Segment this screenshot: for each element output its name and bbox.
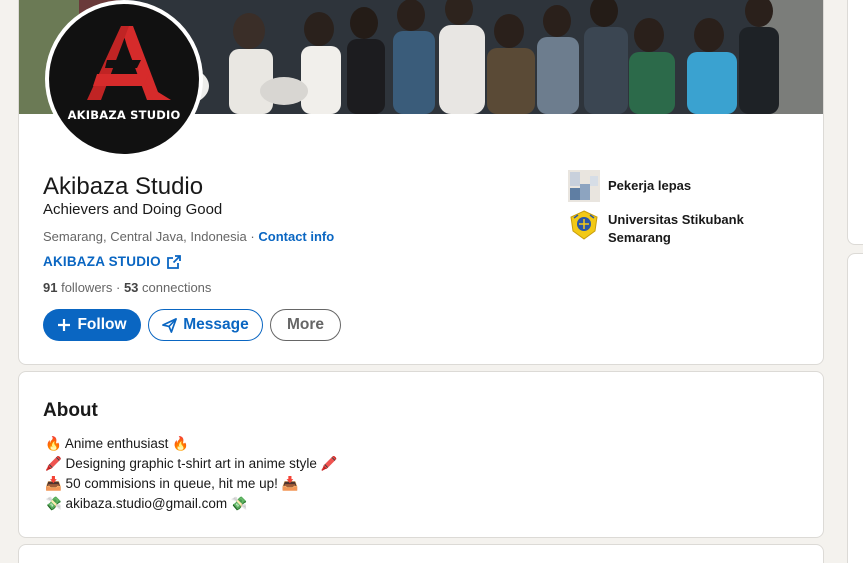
connections-count[interactable]: 53 (124, 280, 138, 295)
more-button[interactable]: More (270, 309, 341, 341)
location-line: Semarang, Central Java, Indonesia · Cont… (43, 229, 334, 244)
about-line: 🔥 Anime enthusiast 🔥 (45, 436, 189, 451)
follow-button[interactable]: Follow (43, 309, 141, 341)
about-line: 🖍️ Designing graphic t-shirt art in anim… (45, 456, 338, 471)
university-crest-icon (570, 210, 598, 240)
stats-dot: · (112, 280, 124, 295)
about-text: 🔥 Anime enthusiast 🔥 🖍️ Designing graphi… (45, 434, 337, 514)
follow-label: Follow (77, 316, 127, 333)
affiliation-company[interactable]: Pekerja lepas (568, 170, 691, 202)
next-section-card (18, 544, 824, 563)
network-stats: 91 followers · 53 connections (43, 280, 211, 295)
akibaza-logo: AKIBAZA STUDIO (49, 4, 199, 154)
message-button[interactable]: Message (148, 309, 263, 341)
about-line: 💸 akibaza.studio@gmail.com 💸 (45, 496, 248, 511)
send-icon (162, 317, 178, 333)
followers-count: 91 (43, 280, 58, 295)
side-panel-card-2 (847, 253, 863, 563)
about-line: 📥 50 commisions in queue, hit me up! 📥 (45, 476, 299, 491)
followers-label: followers (57, 280, 113, 295)
external-link-icon (166, 254, 181, 269)
contact-info-link[interactable]: Contact info (258, 229, 334, 244)
profile-headline: Achievers and Doing Good (43, 201, 223, 218)
message-label: Message (183, 316, 249, 333)
more-label: More (286, 316, 325, 333)
profile-card: AKIBAZA STUDIO Akibaza Studio Achievers … (18, 0, 824, 365)
about-heading: About (43, 400, 98, 421)
separator: · (246, 229, 259, 244)
profile-name: Akibaza Studio (43, 173, 204, 200)
avatar-caption: AKIBAZA STUDIO (67, 108, 181, 122)
website-label: AKIBAZA STUDIO (43, 254, 161, 269)
affiliation-school-label: Universitas Stikubank Semarang (608, 212, 744, 245)
website-link[interactable]: AKIBAZA STUDIO (43, 254, 181, 269)
profile-avatar[interactable]: AKIBAZA STUDIO (45, 0, 203, 158)
company-placeholder-icon (568, 170, 600, 202)
connections-label[interactable]: connections (138, 280, 211, 295)
plus-icon (58, 319, 71, 331)
affiliation-school[interactable]: Universitas Stikubank Semarang (568, 209, 758, 247)
about-section: About 🔥 Anime enthusiast 🔥 🖍️ Designing … (18, 371, 824, 538)
affiliation-company-label: Pekerja lepas (608, 178, 692, 193)
akibaza-logo-mark-icon (87, 26, 171, 100)
profile-location: Semarang, Central Java, Indonesia (43, 229, 247, 244)
side-panel-card (847, 0, 863, 245)
